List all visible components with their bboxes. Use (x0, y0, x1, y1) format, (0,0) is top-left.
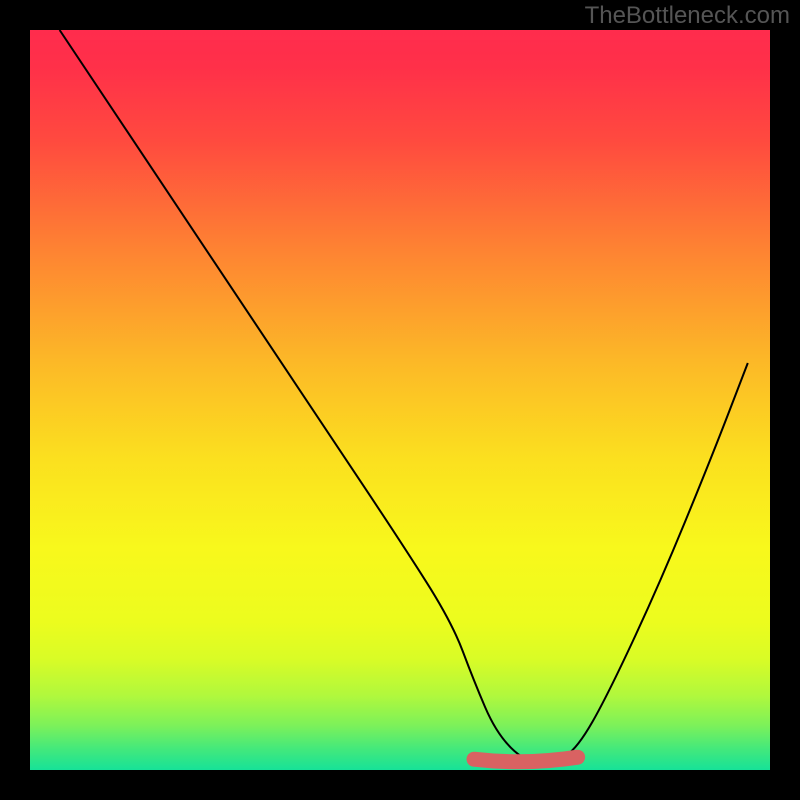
plot-border-right (770, 0, 800, 800)
bottleneck-chart (0, 0, 800, 800)
watermark-text: TheBottleneck.com (585, 2, 790, 30)
plot-border-bottom (0, 770, 800, 800)
chart-container: TheBottleneck.com (0, 0, 800, 800)
flat-region-highlight (474, 757, 578, 762)
plot-border-left (0, 0, 30, 800)
plot-background (30, 30, 770, 770)
